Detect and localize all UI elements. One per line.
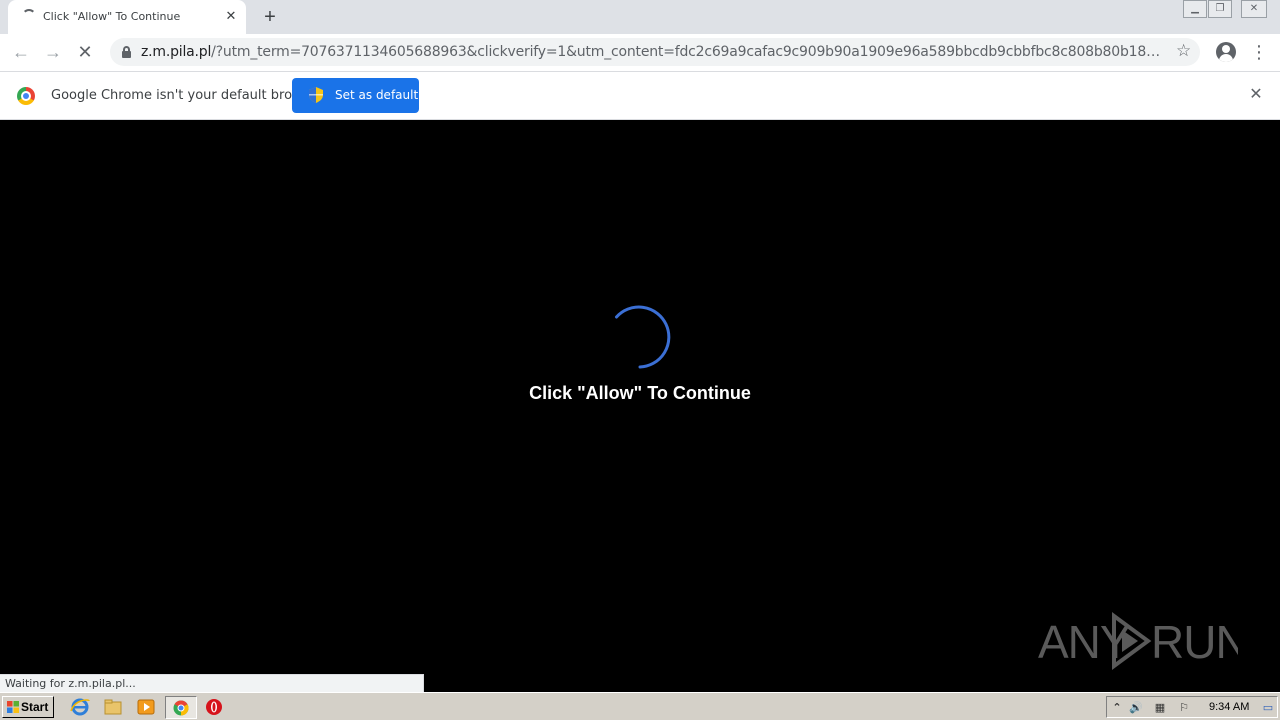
show-hidden-icons-icon[interactable]: ⌃ <box>1110 701 1124 715</box>
action-center-flag-icon[interactable]: ⚐ <box>1177 701 1191 715</box>
restore-icon[interactable]: ❐ <box>1208 0 1232 18</box>
new-tab-icon[interactable]: + <box>259 6 281 28</box>
browser-toolbar: ← → ✕ z.m.pila.pl/?utm_term=707637113460… <box>0 34 1280 71</box>
network-icon[interactable]: ▦ <box>1153 701 1167 715</box>
page-content: Click "Allow" To Continue ANY RUN <box>0 120 1280 692</box>
file-explorer-icon[interactable] <box>102 697 124 717</box>
url-path: /?utm_term=7076371134605688963&clickveri… <box>211 44 1161 60</box>
loading-spinner-icon <box>615 305 671 369</box>
chrome-icon <box>173 700 189 716</box>
svg-text:RUN: RUN <box>1151 616 1238 668</box>
page-message: Click "Allow" To Continue <box>529 383 751 403</box>
chrome-taskbar-button[interactable] <box>165 696 197 719</box>
bookmark-star-icon[interactable]: ☆ <box>1176 41 1191 61</box>
url-text[interactable]: z.m.pila.pl/?utm_term=707637113460568896… <box>141 44 1161 60</box>
internet-explorer-icon[interactable] <box>69 697 91 717</box>
anyrun-watermark: ANY RUN <box>1038 612 1238 670</box>
tab-strip: Click "Allow" To Continue ✕ + ▁ ❐ ✕ <box>0 0 1280 34</box>
set-as-default-button[interactable]: Set as default <box>292 78 419 113</box>
url-host: z.m.pila.pl <box>141 44 212 60</box>
stop-loading-icon[interactable]: ✕ <box>73 40 97 64</box>
system-tray: ⌃ 🔊 ▦ ⚐ 9:34 AM ▭ <box>1106 696 1278 718</box>
infobar-message: Google Chrome isn't your default browser <box>51 88 323 103</box>
lock-icon[interactable] <box>122 46 131 58</box>
media-player-icon[interactable] <box>135 697 157 717</box>
tab-close-icon[interactable]: ✕ <box>223 8 239 24</box>
tab-title: Click "Allow" To Continue <box>43 10 181 23</box>
svg-text:ANY: ANY <box>1038 616 1130 668</box>
forward-icon[interactable]: → <box>41 40 65 64</box>
chrome-logo-icon <box>17 87 35 105</box>
start-button[interactable]: Start <box>2 696 54 718</box>
minimize-icon[interactable]: ▁ <box>1183 0 1207 18</box>
clock[interactable]: 9:34 AM <box>1209 701 1249 713</box>
windows-taskbar: Start ⌃ 🔊 ▦ ⚐ 9:34 AM ▭ <box>0 692 1280 720</box>
default-browser-infobar: Google Chrome isn't your default browser… <box>0 71 1280 120</box>
menu-icon[interactable]: ⋮ <box>1250 40 1268 64</box>
profile-icon[interactable] <box>1216 42 1236 62</box>
address-bar[interactable]: z.m.pila.pl/?utm_term=707637113460568896… <box>110 38 1200 66</box>
tab-loading-icon <box>22 9 36 23</box>
status-bubble: Waiting for z.m.pila.pl... <box>0 674 424 692</box>
show-desktop-icon[interactable]: ▭ <box>1261 701 1275 715</box>
uac-shield-icon <box>309 87 323 103</box>
windows-flag-icon <box>7 701 19 713</box>
set-as-default-label: Set as default <box>335 88 419 102</box>
infobar-close-icon[interactable]: ✕ <box>1247 86 1265 104</box>
opera-icon[interactable] <box>203 697 225 717</box>
start-label: Start <box>21 700 49 714</box>
browser-tab[interactable]: Click "Allow" To Continue ✕ <box>8 0 246 34</box>
back-icon[interactable]: ← <box>9 40 33 64</box>
volume-icon[interactable]: 🔊 <box>1129 701 1143 715</box>
window-close-icon[interactable]: ✕ <box>1241 0 1267 18</box>
